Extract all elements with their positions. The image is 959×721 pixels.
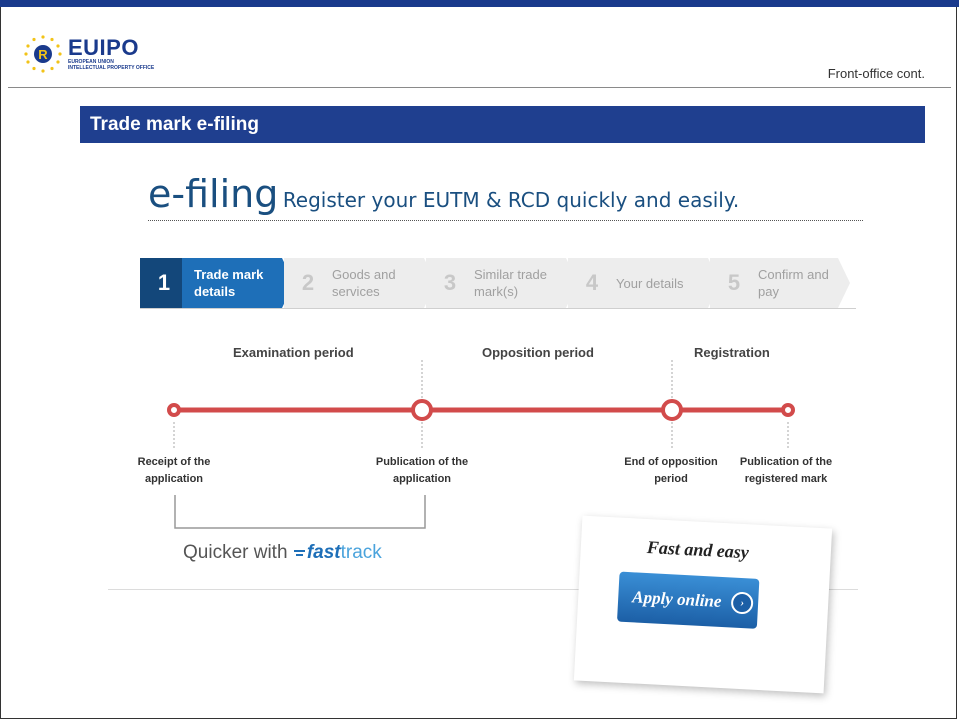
step-label: Your details — [616, 275, 684, 291]
logo-subtitle-2: INTELLECTUAL PROPERTY OFFICE — [68, 65, 155, 71]
examination-period-label: Examination period — [233, 345, 354, 360]
label-line: period — [654, 473, 688, 485]
label-end-opposition: End of opposition period — [614, 454, 728, 488]
step-number: 5 — [727, 270, 741, 295]
svg-text:R: R — [38, 47, 48, 62]
quicker-text: Quicker with — [183, 542, 288, 563]
efiling-title: e-filing — [148, 172, 279, 216]
label-receipt: Receipt of the application — [126, 454, 222, 488]
milestone-end-opposition — [661, 399, 683, 421]
apply-online-button[interactable]: Apply online › — [616, 571, 760, 629]
step-label: Similar trade — [474, 267, 547, 282]
label-line: Publication of the — [739, 456, 833, 468]
label-line: Publication of the — [375, 456, 469, 468]
efiling-divider — [148, 220, 863, 221]
milestone-receipt — [167, 403, 181, 417]
efiling-heading: e-filing Register your EUTM & RCD quickl… — [148, 172, 739, 216]
steps-underline — [140, 308, 856, 309]
apply-card: Fast and easy Apply online › — [573, 515, 833, 694]
label-publication-registered: Publication of the registered mark — [730, 454, 842, 488]
label-publication-application: Publication of the application — [362, 454, 482, 488]
step-similar-trade-marks[interactable]: 3 Similar trade mark(s) — [426, 258, 578, 308]
header-divider — [8, 87, 951, 88]
step-label: details — [194, 284, 236, 299]
step-label: Confirm and — [758, 267, 829, 282]
label-line: End of opposition — [624, 456, 718, 468]
track-word: track — [340, 542, 382, 563]
registration-label: Registration — [694, 345, 770, 360]
step-number: 1 — [140, 258, 182, 308]
step-label: services — [332, 284, 380, 299]
euipo-logo: R EUIPO EUROPEAN UNION INTELLECTUAL PROP… — [22, 33, 154, 75]
step-label: mark(s) — [474, 284, 519, 299]
efiling-tagline: Register your EUTM & RCD quickly and eas… — [282, 188, 740, 212]
step-number: 3 — [443, 270, 457, 295]
apply-online-label: Apply online — [631, 587, 722, 611]
step-label: Trade mark — [194, 267, 264, 282]
step-trade-mark-details[interactable]: 1 Trade mark details — [140, 258, 294, 308]
label-line: registered mark — [744, 473, 828, 485]
eu-stars-logo-icon: R — [24, 35, 62, 73]
slide-title: Trade mark e-filing — [80, 106, 925, 143]
step-number: 2 — [301, 270, 315, 295]
label-line: application — [144, 473, 204, 485]
fast-word: fast — [306, 542, 341, 563]
fasttrack-bracket-icon — [174, 495, 426, 529]
step-your-details[interactable]: 4 Your details — [568, 258, 720, 308]
chevron-right-icon: › — [730, 591, 754, 615]
section-label: Front-office cont. — [827, 66, 925, 81]
label-line: application — [392, 473, 452, 485]
milestone-publication — [411, 399, 433, 421]
step-number: 4 — [585, 270, 599, 295]
step-label: Goods and — [332, 267, 396, 282]
steps-bar: 1 Trade mark details 2 Goods and services … — [140, 258, 856, 308]
top-bar — [0, 0, 959, 7]
step-goods-and-services[interactable]: 2 Goods and services — [284, 258, 436, 308]
milestone-registered — [781, 403, 795, 417]
logo-wordmark: EUIPO — [68, 35, 139, 60]
card-title: Fast and easy — [646, 537, 750, 563]
label-line: Receipt of the — [137, 456, 211, 468]
fasttrack-swoosh-icon — [293, 549, 305, 556]
fasttrack-line: Quicker with fasttrack — [183, 542, 382, 564]
step-confirm-and-pay[interactable]: 5 Confirm and pay — [710, 258, 850, 308]
step-label: pay — [758, 284, 779, 299]
opposition-period-label: Opposition period — [482, 345, 594, 360]
